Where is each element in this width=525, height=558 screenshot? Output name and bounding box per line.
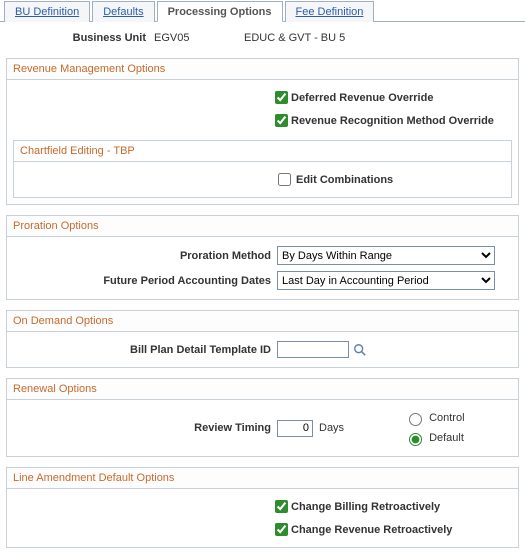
radio-control[interactable]	[409, 413, 422, 426]
label-edit-combinations: Edit Combinations	[294, 174, 393, 186]
label-proration-method: Proration Method	[13, 250, 277, 262]
label-future-period-dates: Future Period Accounting Dates	[13, 275, 277, 287]
subsection-chartfield-editing: Chartfield Editing - TBP Edit Combinatio…	[13, 140, 512, 198]
label-deferred-revenue-override: Deferred Revenue Override	[289, 92, 433, 104]
tab-processing-options[interactable]: Processing Options	[157, 1, 283, 22]
select-future-period-dates[interactable]: Last Day in Accounting Period	[277, 271, 495, 290]
section-line-amendment: Line Amendment Default Options Change Bi…	[6, 467, 519, 548]
label-change-revenue-retro: Change Revenue Retroactively	[289, 524, 452, 536]
label-change-billing-retro: Change Billing Retroactively	[289, 501, 440, 513]
label-revenue-recognition-override: Revenue Recognition Method Override	[289, 115, 494, 127]
section-title-line-amendment: Line Amendment Default Options	[7, 468, 518, 489]
section-proration: Proration Options Proration Method By Da…	[6, 215, 519, 300]
checkbox-deferred-revenue-override[interactable]	[275, 91, 288, 104]
lookup-icon[interactable]	[353, 343, 367, 357]
business-unit-desc: EDUC & GVT - BU 5	[244, 32, 345, 44]
input-review-timing[interactable]	[277, 420, 313, 437]
checkbox-edit-combinations[interactable]	[278, 173, 291, 186]
header-row: Business Unit EGV05 EDUC & GVT - BU 5	[0, 22, 525, 54]
label-radio-control: Control	[429, 412, 464, 424]
section-title-renewal: Renewal Options	[7, 379, 518, 400]
label-radio-default: Default	[429, 432, 464, 444]
checkbox-change-billing-retro[interactable]	[275, 500, 288, 513]
checkbox-revenue-recognition-override[interactable]	[275, 114, 288, 127]
label-review-timing: Review Timing	[13, 422, 277, 434]
section-title-proration: Proration Options	[7, 216, 518, 237]
label-bill-plan-template: Bill Plan Detail Template ID	[13, 344, 277, 356]
section-title-revenue: Revenue Management Options	[7, 59, 518, 80]
subsection-title-chartfield: Chartfield Editing - TBP	[14, 141, 511, 162]
section-renewal: Renewal Options Review Timing Days Contr…	[6, 378, 519, 457]
select-proration-method[interactable]: By Days Within Range	[277, 246, 495, 265]
section-on-demand: On Demand Options Bill Plan Detail Templ…	[6, 310, 519, 368]
section-revenue-management: Revenue Management Options Deferred Reve…	[6, 58, 519, 205]
checkbox-change-revenue-retro[interactable]	[275, 523, 288, 536]
business-unit-value: EGV05	[154, 32, 244, 44]
tab-bar: BU Definition Defaults Processing Option…	[0, 0, 525, 22]
section-title-on-demand: On Demand Options	[7, 311, 518, 332]
tab-fee-definition[interactable]: Fee Definition	[285, 1, 375, 22]
tab-defaults[interactable]: Defaults	[92, 1, 154, 22]
label-days: Days	[313, 422, 364, 434]
radio-default[interactable]	[409, 433, 422, 446]
tab-bu-definition[interactable]: BU Definition	[4, 1, 90, 22]
input-bill-plan-template[interactable]	[277, 341, 349, 358]
business-unit-label: Business Unit	[6, 32, 154, 44]
